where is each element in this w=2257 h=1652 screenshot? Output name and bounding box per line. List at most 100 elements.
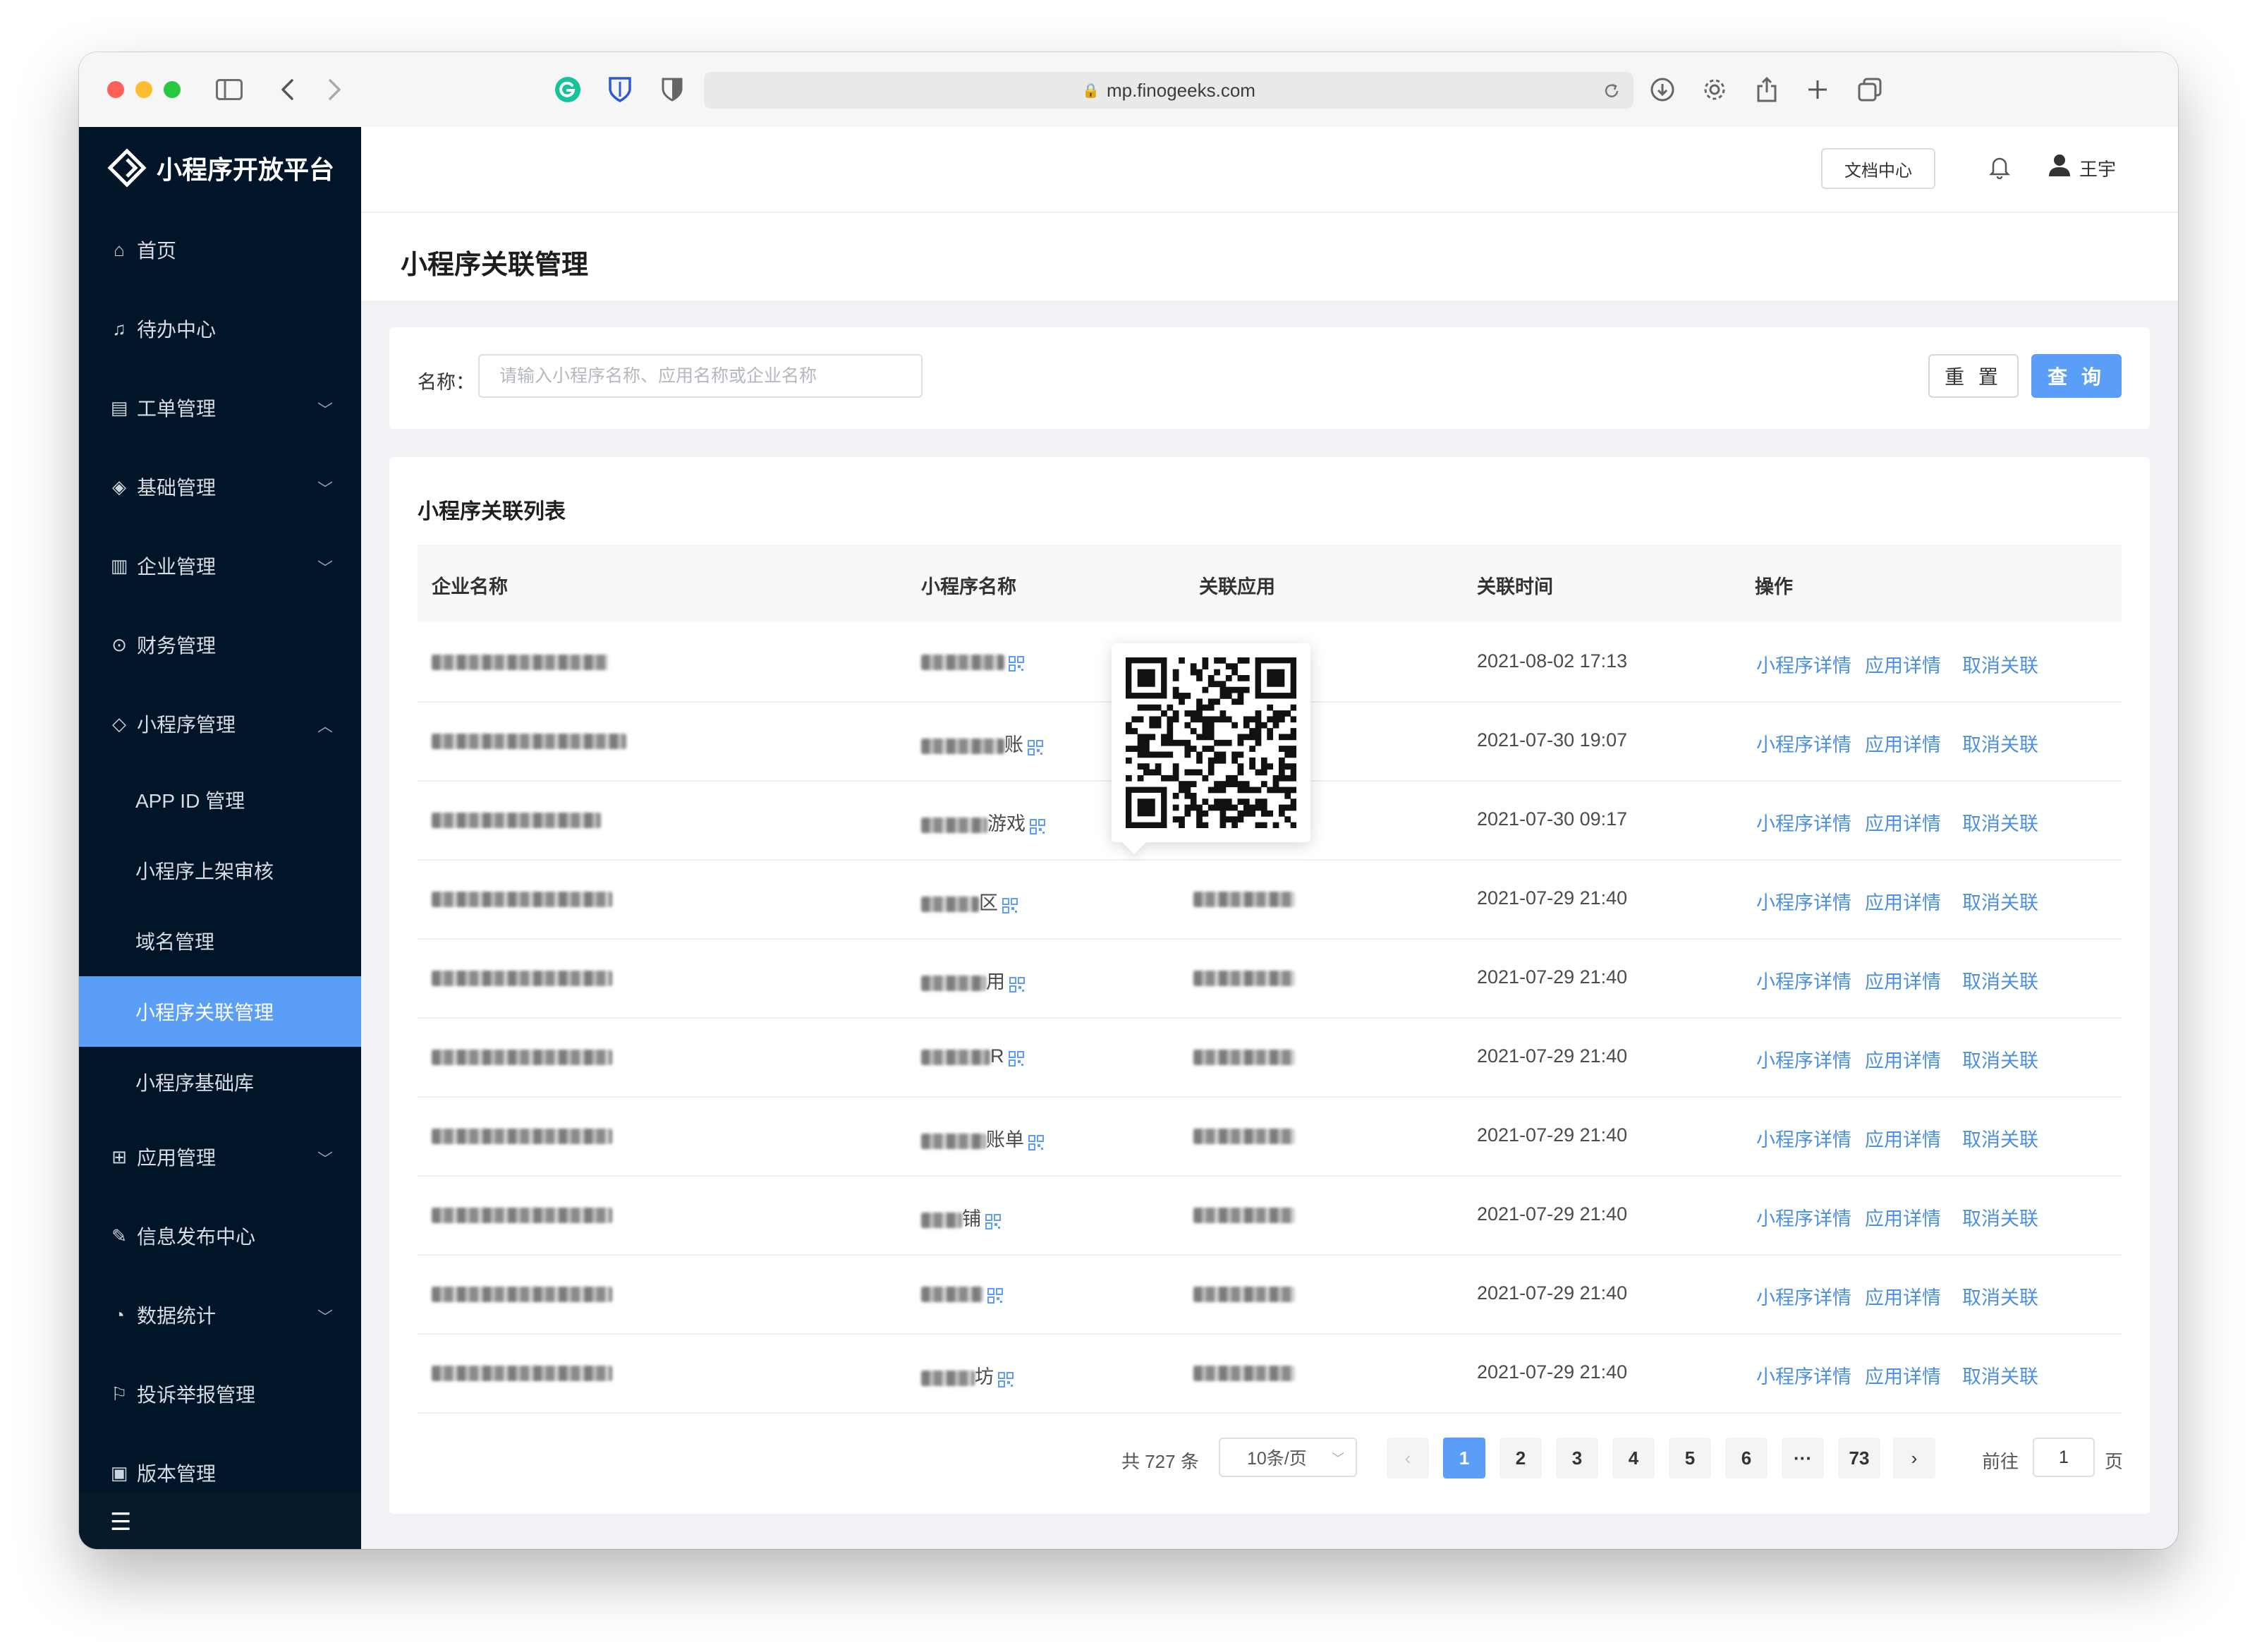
minimize-window-button[interactable] bbox=[135, 81, 152, 98]
sidebar-item-publish[interactable]: ✎ 信息发布中心 bbox=[79, 1201, 361, 1271]
page-size-select[interactable]: 10条/页 ﹀ bbox=[1219, 1438, 1357, 1477]
miniprogram-detail-link[interactable]: 小程序详情 bbox=[1756, 887, 1851, 915]
sidebar-item-basic[interactable]: ◈ 基础管理 ﹀ bbox=[79, 451, 361, 522]
cancel-association-link[interactable]: 取消关联 bbox=[1962, 966, 2038, 994]
sidebar-item-todo[interactable]: ♫ 待办中心 bbox=[79, 293, 361, 364]
query-button[interactable]: 查 询 bbox=[2031, 354, 2122, 398]
cancel-association-link[interactable]: 取消关联 bbox=[1962, 1282, 2038, 1310]
table-row: 铺 2021-07-29 21:40 小程序详情 应用详情 取消关联 bbox=[418, 1175, 2122, 1256]
next-page-button[interactable]: › bbox=[1893, 1438, 1935, 1478]
share-icon[interactable] bbox=[1751, 73, 1783, 106]
sidebar-item-complaints[interactable]: ⚐ 投诉举报管理 bbox=[79, 1359, 361, 1429]
sidebar-item-enterprise[interactable]: ▥ 企业管理 ﹀ bbox=[79, 530, 361, 601]
cancel-association-link[interactable]: 取消关联 bbox=[1962, 1203, 2038, 1231]
page-button[interactable]: 2 bbox=[1499, 1438, 1542, 1478]
zoom-window-button[interactable] bbox=[164, 81, 181, 98]
page-button[interactable]: 73 bbox=[1838, 1438, 1880, 1478]
miniprogram-detail-link[interactable]: 小程序详情 bbox=[1756, 729, 1851, 757]
miniprogram-detail-link[interactable]: 小程序详情 bbox=[1756, 1124, 1851, 1152]
cancel-association-link[interactable]: 取消关联 bbox=[1962, 729, 2038, 757]
sidebar-collapse-bar[interactable]: ☰ bbox=[79, 1493, 361, 1549]
qr-code-icon[interactable] bbox=[985, 1213, 1001, 1229]
menu-collapse-icon[interactable]: ☰ bbox=[110, 1508, 131, 1536]
close-window-button[interactable] bbox=[107, 81, 124, 98]
grammarly-extension-icon[interactable] bbox=[552, 73, 584, 106]
miniprogram-detail-link[interactable]: 小程序详情 bbox=[1756, 1282, 1851, 1310]
building-icon: ▥ bbox=[110, 554, 128, 576]
goto-page-input[interactable]: 1 bbox=[2033, 1438, 2095, 1477]
download-icon[interactable] bbox=[1646, 73, 1679, 106]
qr-code-icon[interactable] bbox=[1008, 1050, 1024, 1067]
app-detail-link[interactable]: 应用详情 bbox=[1865, 1124, 1941, 1152]
app-detail-link[interactable]: 应用详情 bbox=[1865, 1361, 1941, 1389]
page-button[interactable]: ··· bbox=[1782, 1438, 1824, 1478]
associated-app-redacted bbox=[1193, 887, 1295, 909]
qr-code-icon[interactable] bbox=[1028, 1134, 1044, 1150]
page-button[interactable]: 3 bbox=[1556, 1438, 1598, 1478]
cancel-association-link[interactable]: 取消关联 bbox=[1962, 650, 2038, 678]
miniprogram-detail-link[interactable]: 小程序详情 bbox=[1756, 808, 1851, 836]
miniprogram-detail-link[interactable]: 小程序详情 bbox=[1756, 1203, 1851, 1231]
privacy-shield-icon[interactable] bbox=[656, 73, 688, 106]
prev-page-button[interactable]: ‹ bbox=[1387, 1438, 1429, 1478]
sidebar-item-apps[interactable]: ⊞ 应用管理 ﹀ bbox=[79, 1122, 361, 1192]
chevron-down-icon: ﹀ bbox=[1332, 1452, 1344, 1466]
page-button[interactable]: 4 bbox=[1612, 1438, 1655, 1478]
miniprogram-detail-link[interactable]: 小程序详情 bbox=[1756, 966, 1851, 994]
total-count: 共 727 条 bbox=[1121, 1451, 1199, 1472]
back-icon[interactable] bbox=[271, 73, 303, 106]
cancel-association-link[interactable]: 取消关联 bbox=[1962, 808, 2038, 836]
app-detail-link[interactable]: 应用详情 bbox=[1865, 1282, 1941, 1310]
app-detail-link[interactable]: 应用详情 bbox=[1865, 650, 1941, 678]
page-button[interactable]: 1 bbox=[1443, 1438, 1485, 1478]
doc-center-button[interactable]: 文档中心 bbox=[1821, 148, 1935, 189]
sidebar-subitem-baselib[interactable]: 小程序基础库 bbox=[79, 1047, 361, 1117]
sidebar-item-stats[interactable]: ◔ 数据统计 ﹀ bbox=[79, 1280, 361, 1350]
miniprogram-detail-link[interactable]: 小程序详情 bbox=[1756, 1045, 1851, 1073]
home-icon: ⌂ bbox=[114, 238, 125, 260]
new-tab-icon[interactable] bbox=[1801, 73, 1834, 106]
page-button[interactable]: 6 bbox=[1725, 1438, 1768, 1478]
forward-icon[interactable] bbox=[319, 73, 351, 106]
sidebar-toggle-icon[interactable] bbox=[213, 73, 245, 106]
cancel-association-link[interactable]: 取消关联 bbox=[1962, 887, 2038, 915]
sidebar-subitem-review[interactable]: 小程序上架审核 bbox=[79, 835, 361, 906]
miniprogram-detail-link[interactable]: 小程序详情 bbox=[1756, 1361, 1851, 1389]
app-detail-link[interactable]: 应用详情 bbox=[1865, 966, 1941, 994]
qr-code-icon[interactable] bbox=[1009, 976, 1025, 992]
qr-code-icon[interactable] bbox=[1028, 739, 1043, 755]
bitwarden-extension-icon[interactable] bbox=[604, 73, 636, 106]
miniprogram-detail-link[interactable]: 小程序详情 bbox=[1756, 650, 1851, 678]
qr-code-icon[interactable] bbox=[1002, 897, 1018, 913]
app-detail-link[interactable]: 应用详情 bbox=[1865, 729, 1941, 757]
sidebar-subitem-appid[interactable]: APP ID 管理 bbox=[79, 765, 361, 835]
app-detail-link[interactable]: 应用详情 bbox=[1865, 1203, 1941, 1231]
sidebar-item-miniprogram[interactable]: ◇ 小程序管理 ︿ bbox=[79, 688, 361, 759]
cancel-association-link[interactable]: 取消关联 bbox=[1962, 1045, 2038, 1073]
sidebar-subitem-association[interactable]: 小程序关联管理 bbox=[79, 976, 361, 1047]
address-bar[interactable]: 🔒 mp.finogeeks.com bbox=[704, 72, 1634, 109]
qr-code-icon[interactable] bbox=[1009, 655, 1024, 672]
tab-overview-icon[interactable] bbox=[1854, 73, 1886, 106]
user-menu[interactable]: 王宇 bbox=[2047, 152, 2116, 184]
reset-button[interactable]: 重 置 bbox=[1928, 354, 2019, 398]
chevron-down-icon: ﹀ bbox=[317, 559, 333, 577]
notification-bell-icon[interactable] bbox=[1988, 155, 2011, 185]
page-button[interactable]: 5 bbox=[1669, 1438, 1711, 1478]
cancel-association-link[interactable]: 取消关联 bbox=[1962, 1124, 2038, 1152]
qr-code-icon[interactable] bbox=[1030, 818, 1045, 834]
cancel-association-link[interactable]: 取消关联 bbox=[1962, 1361, 2038, 1389]
app-detail-link[interactable]: 应用详情 bbox=[1865, 808, 1941, 836]
app-logo[interactable]: 小程序开放平台 bbox=[107, 148, 334, 188]
search-input[interactable]: 请输入小程序名称、应用名称或企业名称 bbox=[478, 354, 923, 398]
app-detail-link[interactable]: 应用详情 bbox=[1865, 887, 1941, 915]
sidebar-item-finance[interactable]: ⊙ 财务管理 bbox=[79, 609, 361, 680]
sidebar-item-tickets[interactable]: ▤ 工单管理 ﹀ bbox=[79, 372, 361, 443]
settings-gear-icon[interactable] bbox=[1698, 73, 1731, 106]
qr-code-icon[interactable] bbox=[998, 1371, 1014, 1387]
sidebar-item-home[interactable]: ⌂ 首页 bbox=[79, 214, 361, 285]
app-detail-link[interactable]: 应用详情 bbox=[1865, 1045, 1941, 1073]
sidebar-subitem-domain[interactable]: 域名管理 bbox=[79, 906, 361, 976]
qr-code-icon[interactable] bbox=[987, 1287, 1003, 1304]
reload-icon[interactable] bbox=[1595, 75, 1628, 107]
